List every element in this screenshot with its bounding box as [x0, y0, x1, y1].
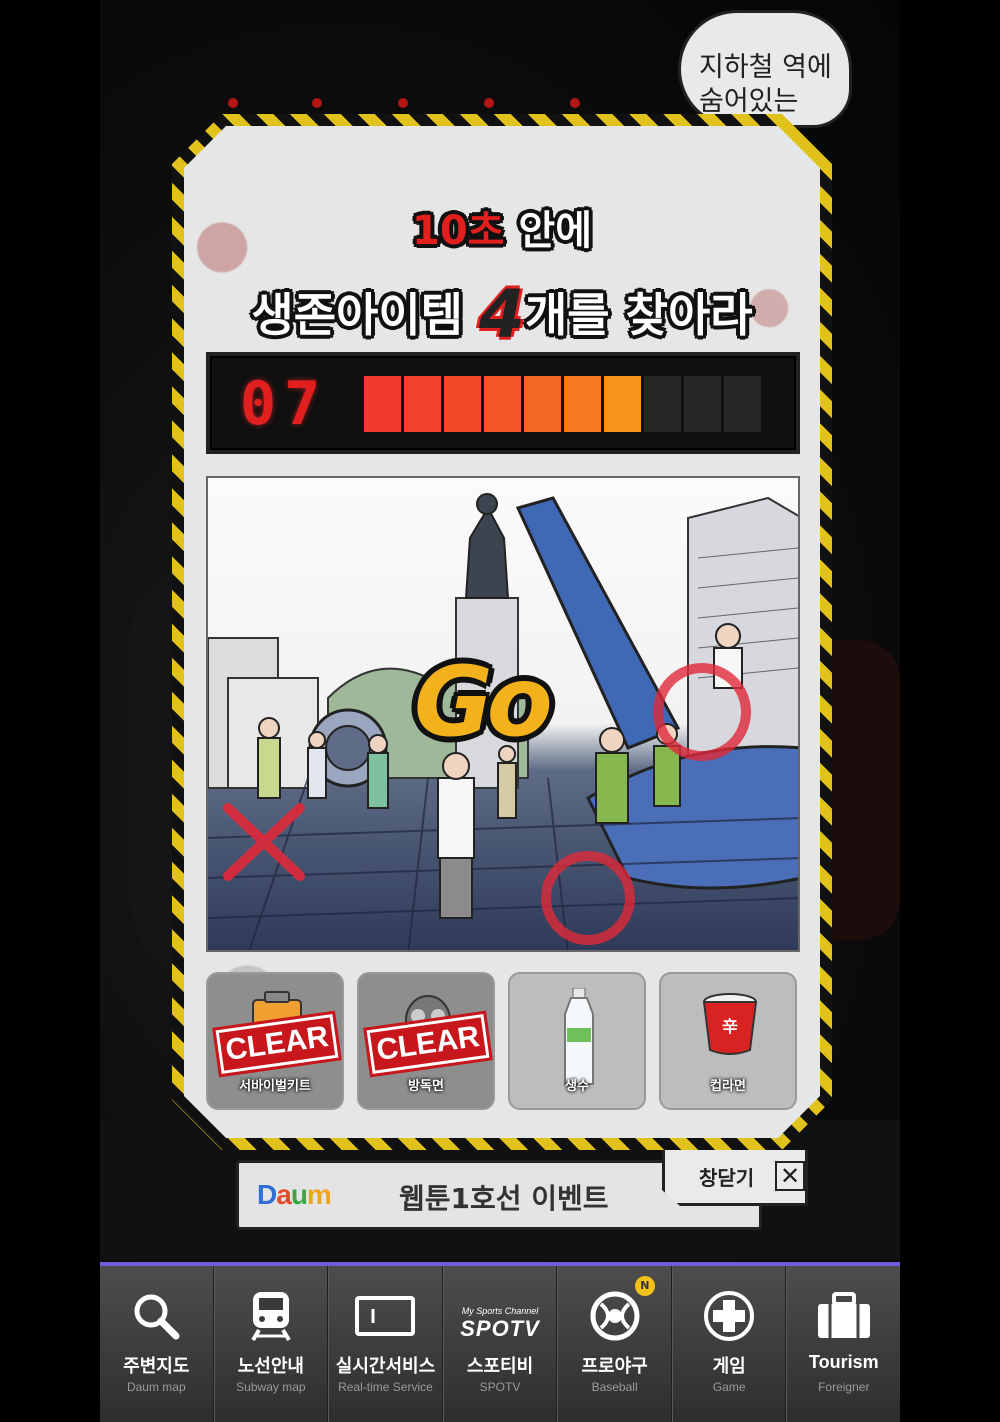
- timer-progress-bar: [364, 376, 761, 432]
- nav-label: 게임: [712, 1356, 746, 1377]
- nav-item-spotv[interactable]: My Sports Channel SPOTV 스포티비 SPOTV: [442, 1266, 558, 1422]
- search-icon: [126, 1288, 186, 1344]
- countdown-timer: 07: [206, 352, 800, 454]
- baseball-logo-icon: [585, 1288, 645, 1344]
- bg-red-dot: [228, 98, 238, 108]
- cup-noodle-icon: 辛: [702, 993, 758, 1055]
- clear-stamp: CLEAR: [212, 1009, 342, 1079]
- item-slots: CLEAR 서바이벌키트 CLEAR 방독면 생수 辛 컵라면: [206, 972, 806, 1120]
- speech-bubble: 지하철 역에 숨어있는: [678, 10, 852, 128]
- title-line2-b: 개를 찾아라: [524, 288, 753, 342]
- spotv-tagline: My Sports Channel: [461, 1306, 539, 1316]
- timer-segment-filled: [604, 376, 641, 432]
- nav-label: 노선안내: [237, 1356, 304, 1377]
- nav-sublabel: SPOTV: [479, 1380, 521, 1394]
- title-line1-rest: 안에: [504, 208, 592, 254]
- timer-segment-empty: [644, 376, 681, 432]
- game-pad-icon: [699, 1288, 759, 1344]
- nav-item-realtime[interactable]: 실시간서비스 Real-time Service: [328, 1266, 443, 1422]
- nav-sublabel: Game: [712, 1380, 746, 1394]
- nav-item-baseball[interactable]: N 프로야구 Baseball: [557, 1266, 672, 1422]
- nav-label: 프로야구: [581, 1356, 648, 1377]
- suitcase-icon: [814, 1288, 874, 1344]
- nav-item-daum-map[interactable]: 주변지도 Daum map: [100, 1266, 214, 1422]
- nav-label: 주변지도: [123, 1356, 190, 1377]
- nav-item-tourism[interactable]: Tourism Foreigner: [786, 1266, 900, 1422]
- clear-stamp: CLEAR: [363, 1009, 493, 1079]
- nav-sublabel: Subway map: [236, 1380, 306, 1394]
- nav-label: Tourism: [808, 1352, 879, 1372]
- item-label: 서바이벌키트: [239, 1079, 311, 1094]
- timer-segment-filled: [524, 376, 561, 432]
- item-label: 컵라면: [710, 1079, 746, 1094]
- nav-sublabel: Real-time Service: [338, 1380, 433, 1394]
- modal-title-line1: 10초 안에: [184, 198, 820, 256]
- timer-segment-filled: [484, 376, 521, 432]
- title-line2-a: 생존아이템: [251, 288, 480, 342]
- event-banner-text: 웹툰1호선 이벤트: [399, 1182, 609, 1215]
- timer-segment-empty: [724, 376, 761, 432]
- timer-segment-filled: [404, 376, 441, 432]
- modal-title-line2: 생존아이템 4개를 찾아라: [184, 276, 820, 353]
- item-slot-gas-mask: CLEAR 방독면: [357, 972, 495, 1110]
- timer-segment-empty: [684, 376, 721, 432]
- bg-red-dot: [570, 98, 580, 108]
- water-bottle-icon: [564, 988, 594, 1085]
- spotv-logo-icon: My Sports Channel SPOTV: [450, 1296, 550, 1352]
- svg-text:辛: 辛: [722, 1017, 738, 1036]
- timer-segment-filled: [564, 376, 601, 432]
- timer-digits: 07: [240, 369, 329, 439]
- item-slot-survival-kit: CLEAR 서바이벌키트: [206, 972, 344, 1110]
- bg-red-dot: [312, 98, 322, 108]
- item-slot-cup-noodle: 辛 컵라면: [659, 972, 797, 1110]
- bottom-nav: 주변지도 Daum map 노선안내 Subway map 실시간서비스 Rea…: [100, 1262, 900, 1422]
- nav-item-game[interactable]: 게임 Game: [671, 1266, 787, 1422]
- bg-red-dot: [484, 98, 494, 108]
- close-icon: ✕: [775, 1161, 805, 1191]
- display-icon: [355, 1288, 416, 1344]
- bg-red-dot: [398, 98, 408, 108]
- nav-label: 스포티비: [466, 1356, 534, 1377]
- item-label: 생수: [565, 1079, 589, 1094]
- nav-label: 실시간서비스: [335, 1356, 436, 1377]
- title-item-count: 4: [479, 276, 525, 353]
- daum-logo: Daum: [257, 1179, 332, 1210]
- go-label: Go: [414, 646, 553, 758]
- nav-sublabel: Daum map: [126, 1380, 186, 1394]
- spotv-wordmark: SPOTV: [460, 1316, 540, 1341]
- nav-sublabel: Baseball: [591, 1380, 638, 1394]
- close-modal-button[interactable]: 창닫기 ✕: [662, 1150, 808, 1206]
- train-icon: [241, 1288, 301, 1344]
- game-modal-panel: 10초 안에 생존아이템 4개를 찾아라 07 Go CLEAR 서바이벌키트 …: [184, 126, 820, 1138]
- timer-segment-filled: [364, 376, 401, 432]
- hidden-object-scene[interactable]: Go: [206, 476, 800, 952]
- close-label: 창닫기: [699, 1166, 755, 1190]
- nav-sublabel: Foreigner: [818, 1380, 870, 1394]
- timer-segment-filled: [444, 376, 481, 432]
- item-slot-water: 생수: [508, 972, 646, 1110]
- item-label: 방독면: [408, 1079, 444, 1094]
- nav-item-subway-map[interactable]: 노선안내 Subway map: [213, 1266, 329, 1422]
- game-modal: 10초 안에 생존아이템 4개를 찾아라 07 Go CLEAR 서바이벌키트 …: [172, 114, 832, 1150]
- title-seconds: 10초: [412, 208, 505, 254]
